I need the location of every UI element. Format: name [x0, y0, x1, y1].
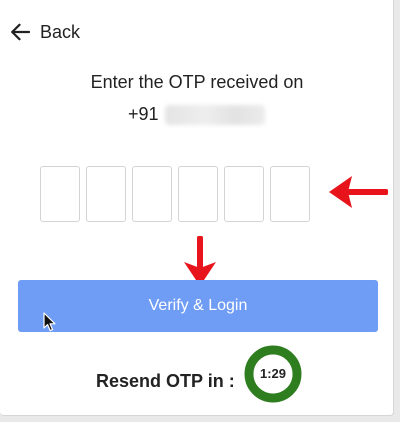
mouse-cursor-icon [43, 312, 57, 337]
phone-number: +91 [128, 104, 265, 125]
otp-digit-3[interactable] [132, 166, 172, 222]
verify-login-button[interactable]: Verify & Login [18, 280, 378, 332]
resend-otp-label: Resend OTP in : [96, 371, 235, 391]
resend-countdown-timer: 1:29 [244, 345, 302, 403]
otp-input-group [40, 166, 310, 222]
timer-value: 1:29 [259, 366, 287, 381]
otp-digit-5[interactable] [224, 166, 264, 222]
otp-digit-1[interactable] [40, 166, 80, 222]
phone-number-blurred [164, 104, 265, 125]
back-label: Back [40, 21, 81, 42]
back-button[interactable]: Back [10, 18, 80, 46]
red-arrow-left-icon [326, 170, 389, 219]
phone-prefix: +91 [128, 104, 159, 124]
otp-digit-6[interactable] [270, 166, 310, 222]
otp-digit-2[interactable] [86, 166, 126, 222]
arrow-left-icon [10, 23, 30, 41]
otp-digit-4[interactable] [178, 166, 218, 222]
otp-prompt-text: Enter the OTP received on [90, 72, 304, 92]
otp-card: Back Enter the OTP received on +91 Verif… [0, 0, 394, 416]
